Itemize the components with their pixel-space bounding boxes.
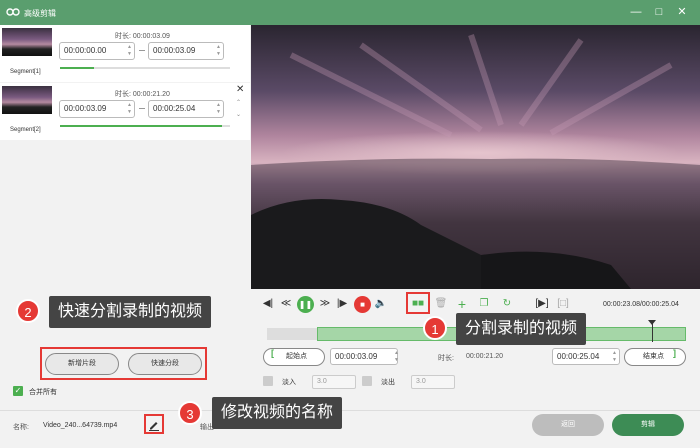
trim-start-input[interactable]: 00:00:03.09 <box>330 348 398 365</box>
callout-badge: 3 <box>178 401 202 425</box>
name-label: 名称: <box>13 424 29 431</box>
segment-thumbnail <box>2 28 52 56</box>
video-frame <box>251 25 700 289</box>
callout-badge: 1 <box>423 316 447 340</box>
segment-end-input[interactable]: 00:00:03.09 <box>148 42 224 60</box>
range-separator <box>139 108 145 109</box>
trim-start-stepper-icon[interactable]: ▲ ▼ <box>394 350 399 364</box>
delete-icon[interactable]: 🗑 <box>434 297 448 311</box>
set-end-label: 结束点 <box>643 353 664 360</box>
play-pause-icon[interactable]: ❚❚ <box>297 296 314 313</box>
close-icon[interactable]: ✕ <box>674 4 690 20</box>
volume-icon[interactable]: 🔈 <box>374 297 388 311</box>
highlight-box <box>406 292 430 314</box>
segment-start-input[interactable]: 00:00:00.00 <box>59 42 135 60</box>
app-logo-icon <box>6 8 20 16</box>
reset-icon[interactable]: ↻ <box>500 297 514 311</box>
segment-thumbnail <box>2 86 52 114</box>
segment-progress <box>60 125 230 127</box>
callout-quick-split: 快速分割录制的视频 <box>49 296 212 328</box>
bottom-bar: 名称: Video_240...64739.mp4 输出: 返回 剪辑 <box>0 410 700 448</box>
bracket-left-icon: [ <box>271 348 274 358</box>
fade-out-label: 淡出 <box>381 379 395 386</box>
fade-in-input[interactable]: 3.0 <box>312 375 356 389</box>
edit-button[interactable]: 剪辑 <box>612 414 684 436</box>
segment-item[interactable]: Segment[1] 时长: 00:00:03.09 00:00:00.00 ▲… <box>0 25 250 82</box>
trim-end-stepper-icon[interactable]: ▲ ▼ <box>612 350 617 364</box>
segment-item[interactable]: Segment[2] 时长: 00:00:21.20 00:00:03.09 ▲… <box>0 83 250 140</box>
merge-all-label: 合并所有 <box>29 389 57 396</box>
set-end-button[interactable]: 结束点 <box>624 348 686 366</box>
trim-duration: 00:00:21.20 <box>466 353 503 360</box>
segment-label: Segment[1] <box>10 69 41 75</box>
back-button[interactable]: 返回 <box>532 414 604 436</box>
delete-segment-icon[interactable]: ✕ <box>236 84 244 95</box>
segment-progress <box>60 67 230 69</box>
segment-start-input[interactable]: 00:00:03.09 <box>59 100 135 118</box>
segment-duration: 时长: 00:00:03.09 <box>115 33 170 40</box>
next-frame-icon[interactable]: |▶ <box>335 297 349 311</box>
end-stepper-icon[interactable]: ▲ ▼ <box>216 44 221 58</box>
step-forward-icon[interactable]: ≫ <box>318 297 332 311</box>
fade-out-input[interactable]: 3.0 <box>411 375 455 389</box>
add-icon[interactable]: + <box>455 297 469 311</box>
prev-frame-icon[interactable]: ◀| <box>261 297 275 311</box>
playhead-line[interactable] <box>652 322 653 342</box>
title-bar: 高级剪辑 — □ ✕ <box>0 0 700 25</box>
crop-icon[interactable]: [□] <box>556 297 570 311</box>
merge-all-checkbox[interactable]: ✓ <box>13 386 23 396</box>
video-preview[interactable] <box>251 25 700 289</box>
callout-split: 分割录制的视频 <box>456 313 587 345</box>
segment-progress-fill <box>60 125 222 127</box>
fade-in-label: 淡入 <box>282 379 296 386</box>
move-down-icon[interactable]: ⌄ <box>236 111 241 119</box>
move-up-icon[interactable]: ⌃ <box>236 99 241 107</box>
callout-badge: 2 <box>16 299 40 323</box>
maximize-icon[interactable]: □ <box>651 4 667 20</box>
highlight-box <box>144 414 164 434</box>
step-back-icon[interactable]: ≪ <box>279 297 293 311</box>
playhead-handle[interactable] <box>648 320 656 325</box>
callout-rename: 修改视频的名称 <box>212 397 343 429</box>
segment-duration: 时长: 00:00:21.20 <box>115 91 170 98</box>
segment-end-input[interactable]: 00:00:25.04 <box>148 100 224 118</box>
end-stepper-icon[interactable]: ▲ ▼ <box>216 102 221 116</box>
start-stepper-icon[interactable]: ▲ ▼ <box>127 44 132 58</box>
trim-duration-label: 时长: <box>438 355 454 362</box>
segment-progress-fill <box>60 67 94 69</box>
minimize-icon[interactable]: — <box>628 4 644 20</box>
highlight-box <box>40 347 207 380</box>
fit-icon[interactable]: [▶] <box>535 297 549 311</box>
timecode: 00:00:23.08/00:00:25.04 <box>603 301 679 308</box>
bracket-right-icon: ] <box>673 348 676 358</box>
window-title: 高级剪辑 <box>24 9 56 18</box>
fade-out-checkbox[interactable] <box>362 376 372 386</box>
segment-label: Segment[2] <box>10 127 41 133</box>
file-name: Video_240...64739.mp4 <box>43 422 118 429</box>
trim-end-input[interactable]: 00:00:25.04 <box>552 348 620 365</box>
start-stepper-icon[interactable]: ▲ ▼ <box>127 102 132 116</box>
fade-in-checkbox[interactable] <box>263 376 273 386</box>
set-start-label: 起始点 <box>286 353 307 360</box>
range-separator <box>139 50 145 51</box>
copy-icon[interactable]: ❐ <box>477 297 491 311</box>
stop-icon[interactable]: ■ <box>354 296 371 313</box>
